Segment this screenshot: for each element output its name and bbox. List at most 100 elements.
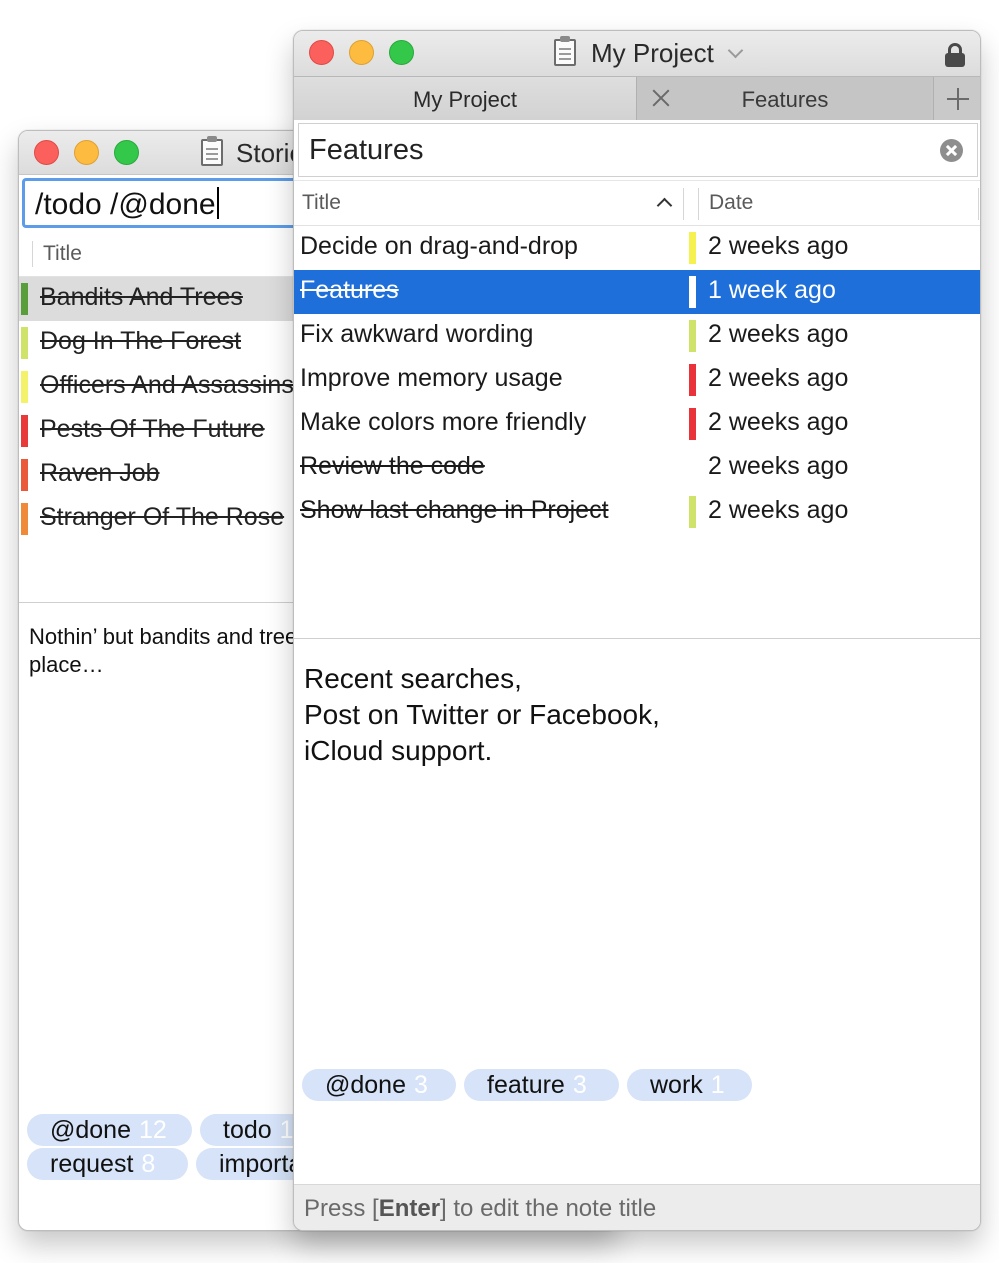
color-label	[21, 327, 28, 359]
zoom-window-button[interactable]	[114, 140, 139, 165]
column-header: Title Date	[294, 180, 980, 226]
minimize-window-button[interactable]	[349, 40, 374, 65]
tag-chip[interactable]: work 1	[627, 1069, 752, 1101]
project-titlebar[interactable]: My Project	[294, 31, 980, 76]
search-input[interactable]: Features	[298, 123, 978, 177]
tag-count: 8	[141, 1150, 156, 1178]
pane-divider[interactable]	[294, 638, 980, 639]
tag-bar: @done 3 feature 3 work 1	[302, 1069, 980, 1101]
color-label	[21, 415, 28, 447]
note-editor[interactable]: Recent searches, Post on Twitter or Face…	[304, 661, 660, 769]
tab-my-project[interactable]: My Project	[294, 77, 637, 120]
list-item-title: Dog In The Forest	[40, 327, 242, 355]
status-text-prefix: Press [	[304, 1195, 379, 1222]
list-item-title: Stranger Of The Rose	[40, 503, 285, 531]
color-label	[689, 320, 696, 352]
close-window-button[interactable]	[34, 140, 59, 165]
color-label	[689, 496, 696, 528]
status-text-suffix: ] to edit the note title	[440, 1195, 657, 1222]
row-title: Features	[300, 276, 399, 304]
tag-label: work	[650, 1071, 703, 1099]
row-date: 2 weeks ago	[708, 496, 849, 524]
tag-label: @done	[325, 1071, 406, 1099]
note-icon	[201, 136, 223, 166]
tab-label: Features	[741, 87, 829, 112]
row-date: 2 weeks ago	[708, 408, 849, 436]
color-label	[21, 371, 28, 403]
notes-table: Decide on drag-and-drop 2 weeks ago Feat…	[294, 226, 980, 534]
status-key-hint: Enter	[378, 1195, 441, 1222]
note-line: iCloud support.	[304, 735, 493, 766]
tag-chip[interactable]: @done 3	[302, 1069, 456, 1101]
tab-bar: My Project Features	[294, 76, 980, 120]
clear-search-icon[interactable]	[940, 139, 963, 162]
row-date: 2 weeks ago	[708, 452, 849, 480]
table-row[interactable]: Make colors more friendly 2 weeks ago	[294, 402, 980, 446]
column-header-title[interactable]: Title	[43, 242, 82, 266]
plus-icon[interactable]	[934, 77, 980, 120]
color-label	[689, 232, 696, 264]
tag-chip[interactable]: request 8	[27, 1148, 188, 1180]
tag-label: feature	[487, 1071, 565, 1099]
column-separator	[978, 188, 979, 220]
table-row[interactable]: Features 1 week ago	[294, 270, 980, 314]
table-row[interactable]: Review the code 2 weeks ago	[294, 446, 980, 490]
color-label	[689, 276, 696, 308]
row-title: Fix awkward wording	[300, 320, 534, 348]
tag-label: @done	[50, 1116, 131, 1144]
column-separator[interactable]	[698, 188, 699, 220]
table-row[interactable]: Fix awkward wording 2 weeks ago	[294, 314, 980, 358]
column-separator[interactable]	[683, 188, 684, 220]
color-label	[21, 503, 28, 535]
project-window: My Project My Project Features Features …	[293, 30, 981, 1231]
tag-label: todo	[223, 1116, 272, 1144]
column-header-date[interactable]: Date	[709, 191, 753, 215]
row-date: 2 weeks ago	[708, 364, 849, 392]
lock-icon[interactable]	[945, 43, 965, 67]
row-date: 2 weeks ago	[708, 320, 849, 348]
tag-chip[interactable]: @done 12	[27, 1114, 192, 1146]
tag-count: 12	[139, 1116, 167, 1144]
status-text: Press [Enter] to edit the note title	[304, 1195, 656, 1223]
column-header-title[interactable]: Title	[302, 191, 341, 215]
window-title[interactable]: My Project	[591, 38, 714, 69]
status-bar: Press [Enter] to edit the note title	[294, 1184, 980, 1230]
color-label	[689, 364, 696, 396]
zoom-window-button[interactable]	[389, 40, 414, 65]
note-line: Recent searches,	[304, 663, 522, 694]
table-row[interactable]: Show last change in Project 2 weeks ago	[294, 490, 980, 534]
tab-label: My Project	[413, 87, 517, 112]
chevron-down-icon[interactable]	[727, 42, 744, 59]
tag-count: 3	[414, 1071, 428, 1099]
list-item-title: Pests Of The Future	[40, 415, 265, 443]
row-date: 2 weeks ago	[708, 232, 849, 260]
column-separator	[32, 241, 33, 267]
search-input-value: Features	[309, 134, 424, 166]
tag-label: request	[50, 1150, 134, 1178]
text-caret	[216, 187, 219, 219]
row-title: Show last change in Project	[300, 496, 609, 524]
sort-ascending-icon[interactable]	[656, 197, 673, 214]
color-label	[21, 459, 28, 491]
tag-chip[interactable]: feature 3	[464, 1069, 619, 1101]
list-item-title: Bandits And Trees	[40, 283, 243, 311]
row-title: Review the code	[300, 452, 485, 480]
row-title: Make colors more friendly	[300, 408, 587, 436]
color-label	[21, 283, 28, 315]
tag-count: 3	[572, 1071, 587, 1099]
table-row[interactable]: Decide on drag-and-drop 2 weeks ago	[294, 226, 980, 270]
search-input-value: /todo /@done	[35, 188, 216, 221]
close-window-button[interactable]	[309, 40, 334, 65]
tab-features[interactable]: Features	[637, 77, 934, 120]
note-line: Post on Twitter or Facebook,	[304, 699, 660, 730]
row-title: Improve memory usage	[300, 364, 563, 392]
color-label	[689, 408, 696, 440]
row-date: 1 week ago	[708, 276, 836, 304]
tag-count: 1	[710, 1071, 725, 1099]
table-row[interactable]: Improve memory usage 2 weeks ago	[294, 358, 980, 402]
row-title: Decide on drag-and-drop	[300, 232, 578, 260]
minimize-window-button[interactable]	[74, 140, 99, 165]
note-icon	[554, 36, 576, 66]
list-item-title: Raven Job	[40, 459, 160, 487]
list-item-title: Officers And Assassins	[40, 371, 294, 399]
